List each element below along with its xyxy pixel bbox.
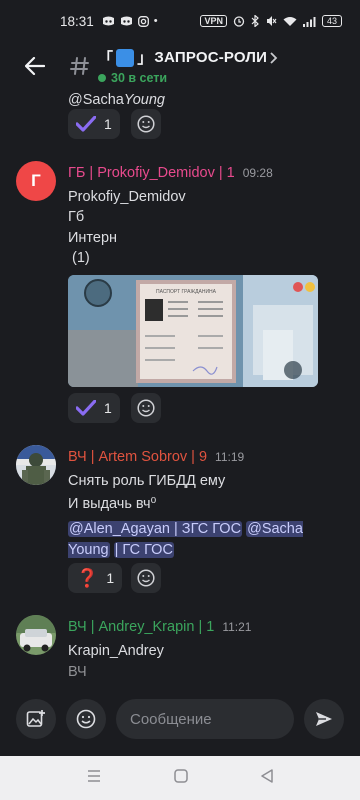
- author-name[interactable]: ГБ | Prokofiy_Demidov | 1: [68, 165, 235, 181]
- system-navigation-bar: [0, 756, 360, 800]
- message-line: Интерн: [68, 230, 118, 246]
- message-header: ВЧ | Andrey_Krapin | 1 11:21: [68, 619, 251, 635]
- vpn-badge: VPN: [200, 15, 227, 27]
- back-triangle-icon: [261, 768, 274, 783]
- smile-icon: [137, 115, 155, 133]
- previous-message-text: @SachaYoung: [68, 92, 165, 108]
- message-line: Гб: [68, 209, 85, 225]
- notification-icons: •: [102, 15, 158, 27]
- title-bracket-close: 」: [137, 50, 153, 67]
- user-mention[interactable]: | ГС ГОС: [113, 542, 174, 558]
- check-icon: [76, 116, 96, 132]
- channel-name: ЗАПРОС-РОЛИ: [154, 49, 268, 66]
- smile-icon: [137, 399, 155, 417]
- add-reaction-button[interactable]: [131, 109, 161, 139]
- reaction-count: 1: [104, 400, 112, 416]
- soldier-avatar-image: [16, 445, 56, 485]
- channel-header: 「 」 ЗАПРОС-РОЛИ 30 в сети: [0, 42, 360, 90]
- message-line: Krapin_Andrey: [68, 643, 164, 659]
- message-time: 11:19: [215, 450, 245, 464]
- message-time: 11:21: [222, 620, 252, 634]
- more-notifications-dot: •: [153, 15, 158, 27]
- reaction-count: 1: [104, 116, 112, 132]
- image-add-icon: [26, 710, 45, 727]
- reaction-check[interactable]: 1: [68, 109, 120, 139]
- channel-title: 「 」 ЗАПРОС-РОЛИ: [98, 47, 278, 68]
- message-line: Prokofiy_Demidov: [68, 189, 186, 205]
- channel-info[interactable]: 「 」 ЗАПРОС-РОЛИ 30 в сети: [98, 47, 278, 85]
- battery-indicator: 43: [321, 15, 342, 27]
- status-bar: 18:31 • VPN 43: [0, 0, 360, 42]
- attach-image-button[interactable]: [16, 699, 56, 739]
- message-header: ВЧ | Artem Sobrov | 9 11:19: [68, 449, 244, 465]
- instagram-icon: [137, 15, 149, 27]
- discord-notification-icon: [102, 16, 114, 25]
- emoji-button[interactable]: [66, 699, 106, 739]
- reaction-count: 1: [106, 570, 115, 586]
- system-back-button[interactable]: [261, 768, 274, 788]
- car-avatar-image: [16, 615, 56, 655]
- wifi-icon: [283, 16, 297, 26]
- passport-title: ПАСПОРТ ГРАЖДАНИНА: [156, 289, 217, 295]
- message-line: И выдачь вч⁰: [68, 496, 157, 512]
- add-reaction-button[interactable]: [131, 393, 161, 423]
- prev-mention-tail: Young: [123, 92, 165, 108]
- add-reaction-button[interactable]: [131, 563, 161, 593]
- author-name[interactable]: ВЧ | Artem Sobrov | 9: [68, 449, 207, 465]
- send-button[interactable]: [304, 699, 344, 739]
- home-button[interactable]: [174, 768, 188, 788]
- arrow-left-icon: [25, 57, 45, 75]
- question-icon: ❓: [76, 567, 99, 588]
- online-status: 30 в сети: [98, 71, 278, 85]
- smile-icon: [137, 569, 155, 587]
- prev-mention[interactable]: @Sacha: [68, 92, 124, 108]
- check-icon: [76, 400, 96, 416]
- title-bracket-open: 「: [98, 50, 114, 67]
- channel-hash-icon: [70, 42, 92, 90]
- mute-icon: [266, 16, 277, 26]
- bluetooth-icon: [251, 15, 259, 27]
- avatar-letter: Г: [31, 171, 41, 190]
- message-line: (1): [68, 250, 90, 266]
- message-composer: Сообщение: [0, 682, 360, 756]
- user-mention[interactable]: @Alen_Agayan | ЗГС ГОС: [68, 521, 243, 537]
- message-header: ГБ | Prokofiy_Demidov | 1 09:28: [68, 165, 273, 181]
- image-attachment[interactable]: ПАСПОРТ ГРАЖДАНИНА: [68, 275, 318, 387]
- message-line: ВЧ: [68, 664, 87, 680]
- channel-emoji-icon: [116, 48, 135, 67]
- smile-icon: [76, 709, 96, 729]
- online-dot: [98, 74, 106, 82]
- recents-button[interactable]: [87, 769, 101, 787]
- author-name[interactable]: ВЧ | Andrey_Krapin | 1: [68, 619, 214, 635]
- message-line: Снять роль ГИБДД ему: [68, 473, 226, 489]
- status-right: VPN 43: [200, 15, 342, 27]
- chevron-right-icon: [270, 51, 278, 64]
- reaction-question[interactable]: ❓ 1: [68, 563, 123, 593]
- home-square-icon: [174, 768, 188, 783]
- signal-icon: [302, 16, 316, 27]
- reaction-check[interactable]: 1: [68, 393, 120, 423]
- message-time: 09:28: [242, 166, 273, 180]
- discord-notification-icon-2: [120, 16, 132, 25]
- game-screenshot: ПАСПОРТ ГРАЖДАНИНА: [68, 275, 318, 387]
- message-list[interactable]: @SachaYoung 1 Г ГБ | Prokofiy_Demidov | …: [0, 90, 360, 682]
- status-time: 18:31: [60, 13, 94, 29]
- avatar[interactable]: Г: [16, 161, 56, 201]
- avatar[interactable]: [16, 445, 56, 485]
- message-input[interactable]: Сообщение: [116, 699, 294, 739]
- back-button[interactable]: [0, 42, 70, 90]
- message-mentions: @Alen_Agayan | ЗГС ГОС @Sacha Young | ГС…: [68, 519, 348, 561]
- alarm-icon: [233, 16, 245, 27]
- menu-icon: [87, 770, 100, 782]
- send-icon: [316, 712, 332, 726]
- avatar[interactable]: [16, 615, 56, 655]
- online-count: 30 в сети: [111, 71, 168, 85]
